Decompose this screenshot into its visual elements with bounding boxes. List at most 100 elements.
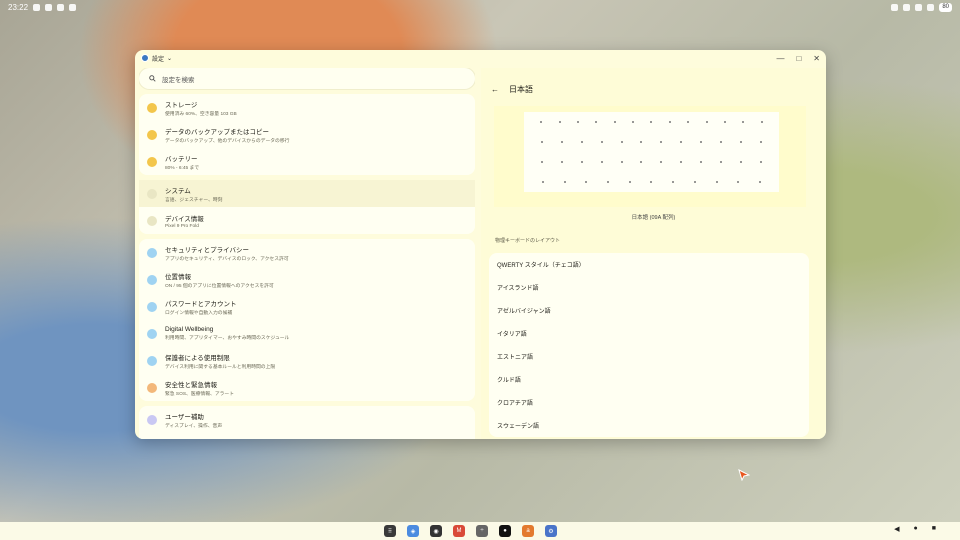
notification-icon xyxy=(69,3,77,11)
layout-option[interactable]: エストニア語 xyxy=(489,345,809,368)
settings-item-title: 安全性と緊急情報 xyxy=(165,381,217,389)
taskbar: ⠿ ◈ ◉ M ÷ ● a ⚙ ◀ ● ■ xyxy=(0,522,960,540)
layout-option[interactable]: スウェーデン語 xyxy=(489,414,809,437)
maximize-button[interactable]: □ xyxy=(796,54,801,63)
settings-item-title: システム xyxy=(165,187,191,195)
keyboard-caption: 日本語 (09A 配列) xyxy=(631,215,676,221)
settings-item-title: ユーザー補助 xyxy=(165,413,204,421)
settings-item-subtitle: デバイス利用に関する基本ルールと利用時間の上限 xyxy=(165,364,276,370)
settings-item-subtitle: ログイン情報や自動入力の候補 xyxy=(165,310,233,316)
settings-item[interactable]: セキュリティとプライバシー アプリのセキュリティ、デバイスのロック、アクセス許可 xyxy=(139,239,475,266)
location-icon xyxy=(147,274,157,285)
settings-item[interactable]: デバイスの設定とサポート xyxy=(139,433,475,439)
settings-item-subtitle: アプリのセキュリティ、デバイスのロック、アクセス許可 xyxy=(165,256,289,262)
settings-item-subtitle: ON / 95 個のアプリに位置情報へのアクセスを許可 xyxy=(165,283,274,289)
settings-item[interactable]: パスワードとアカウント ログイン情報や自動入力の候補 xyxy=(139,293,475,320)
settings-item[interactable]: ストレージ使用済み 60%、空き容量 103 GB xyxy=(139,94,475,121)
battery-indicator: 80 xyxy=(939,2,952,12)
accessibility-icon xyxy=(147,414,157,425)
settings-item[interactable]: データのバックアップまたはコピーデータのバックアップ、他のデバイスからのデータの… xyxy=(139,121,475,148)
settings-group: システム 言語、ジェスチャー、時刻 デバイス情報 Pixel 9 Pro Fold xyxy=(139,180,475,234)
window-title: 設定 xyxy=(152,56,165,63)
settings-item[interactable]: バッテリー 80% - 6:45 まで xyxy=(139,148,475,175)
settings-item-subtitle: データのバックアップ、他のデバイスからのデータの移行 xyxy=(165,138,290,144)
settings-app-icon xyxy=(141,54,149,62)
notification-icon xyxy=(57,3,65,11)
layout-option[interactable]: QWERTY スタイル（チェコ語） xyxy=(489,253,809,276)
settings-item-subtitle: 使用済み 60%、空き容量 103 GB xyxy=(165,111,237,117)
search-placeholder: 設定を検索 xyxy=(162,76,195,84)
emergency-icon xyxy=(147,382,157,393)
detail-title: 日本語 xyxy=(509,84,533,94)
system-icon xyxy=(147,188,157,199)
settings-group: ユーザー補助ディスプレイ、操作、音声デバイスの設定とサポート xyxy=(139,406,475,439)
cast-icon xyxy=(891,3,899,11)
settings-window: 設定 ⌄ — □ ✕ 設定を検索 ストレージ使用済み 60%、空き容量 103 … xyxy=(135,50,826,439)
app-drawer-icon[interactable]: ⠿ xyxy=(384,525,396,537)
settings-item-title: パスワードとアカウント xyxy=(165,300,237,308)
settings-item-title: Digital Wellbeing xyxy=(165,326,214,333)
nav-home-button[interactable]: ● xyxy=(914,525,918,533)
nav-back-button[interactable]: ◀ xyxy=(894,525,899,533)
settings-item[interactable]: デバイス情報 Pixel 9 Pro Fold xyxy=(139,207,475,234)
settings-item-subtitle: ディスプレイ、操作、音声 xyxy=(165,423,223,429)
settings-item-title: ストレージ xyxy=(165,101,198,109)
parental-icon xyxy=(147,355,157,366)
wellbeing-icon xyxy=(147,328,157,339)
calculator-icon[interactable]: ÷ xyxy=(476,525,488,537)
settings-group: ストレージ 使用済み 60%、空き容量 103 GB データのバックアップまたはコピ… xyxy=(139,94,475,175)
settings-item[interactable]: 保護者による使用制限デバイス利用に関する基本ルールと利用時間の上限 xyxy=(139,347,475,374)
wifi-icon xyxy=(927,3,935,11)
settings-item-title: バッテリー xyxy=(165,155,198,163)
window-titlebar[interactable]: 設定 ⌄ — □ ✕ xyxy=(135,50,826,66)
layout-option[interactable]: クルド語 xyxy=(489,368,809,391)
settings-item[interactable]: システム言語、ジェスチャー、時刻 xyxy=(139,180,475,207)
mouse-cursor-icon xyxy=(738,469,750,481)
section-label: 物理キーボードのレイアウト xyxy=(495,238,561,244)
app-icon-orange[interactable]: a xyxy=(522,525,534,537)
back-arrow-icon[interactable]: ← xyxy=(491,85,499,94)
key-icon xyxy=(147,301,157,312)
settings-item-subtitle: 緊急 SOS、医療情報、アラート xyxy=(165,391,235,397)
search-icon xyxy=(149,75,156,82)
settings-item-subtitle: 言語、ジェスチャー、時刻 xyxy=(165,197,223,203)
chevron-down-icon[interactable]: ⌄ xyxy=(167,55,172,62)
gmail-icon[interactable]: M xyxy=(453,525,465,537)
settings-item[interactable]: ユーザー補助ディスプレイ、操作、音声 xyxy=(139,406,475,433)
camera-icon[interactable]: ◉ xyxy=(430,525,442,537)
close-button[interactable]: ✕ xyxy=(813,54,820,63)
notification-icon xyxy=(45,3,53,11)
battery-icon xyxy=(147,156,157,167)
settings-item[interactable]: Digital Wellbeing 利用時間、アプリタイマー、おやすみ時間のスケジ… xyxy=(139,320,475,347)
backup-icon xyxy=(147,129,157,140)
vibrate-icon xyxy=(915,3,923,11)
settings-icon[interactable]: ⚙ xyxy=(545,525,557,537)
device-info-icon xyxy=(147,215,157,226)
layout-option[interactable]: クロアチア語 xyxy=(489,391,809,414)
layout-option[interactable]: イタリア語 xyxy=(489,322,809,345)
shield-icon xyxy=(147,247,157,258)
layout-option[interactable]: アゼルバイジャン語 xyxy=(489,299,809,322)
photos-icon[interactable]: ◈ xyxy=(407,525,419,537)
keyboard-detail-pane: ← 日本語 日本語 (09A 配列) 物理キーボードのレイアウト QWERTY … xyxy=(481,68,826,439)
storage-icon xyxy=(147,102,157,113)
keyboard-layout-image xyxy=(494,106,806,207)
settings-item-title: デバイス情報 xyxy=(165,215,204,223)
bluetooth-icon xyxy=(903,3,911,11)
layout-list: QWERTY スタイル（チェコ語） アイスランド語 アゼルバイジャン語 イタリア語 エス… xyxy=(489,253,809,437)
status-time: 23:22 xyxy=(8,2,29,12)
settings-group: セキュリティとプライバシー アプリのセキュリティ、デバイスのロック、アクセス許可位… xyxy=(139,239,475,401)
status-bar: 23:22 80 xyxy=(0,0,960,14)
search-input[interactable]: 設定を検索 xyxy=(139,68,475,89)
settings-item[interactable]: 安全性と緊急情報緊急 SOS、医療情報、アラート xyxy=(139,374,475,401)
settings-item-title: 保護者による使用制限 xyxy=(165,354,230,362)
layout-option[interactable]: アイスランド語 xyxy=(489,276,809,299)
settings-item-subtitle: 80% - 6:45 まで xyxy=(165,165,200,171)
nav-recents-button[interactable]: ■ xyxy=(932,525,936,533)
settings-item[interactable]: 位置情報 ON / 95 個のアプリに位置情報へのアクセスを許可 xyxy=(139,266,475,293)
minimize-button[interactable]: — xyxy=(776,54,784,63)
settings-item-subtitle: Pixel 9 Pro Fold xyxy=(165,223,199,229)
settings-item-title: データのバックアップまたはコピー xyxy=(165,128,269,136)
settings-item-title: 位置情報 xyxy=(165,273,191,281)
app-icon-black[interactable]: ● xyxy=(499,525,511,537)
